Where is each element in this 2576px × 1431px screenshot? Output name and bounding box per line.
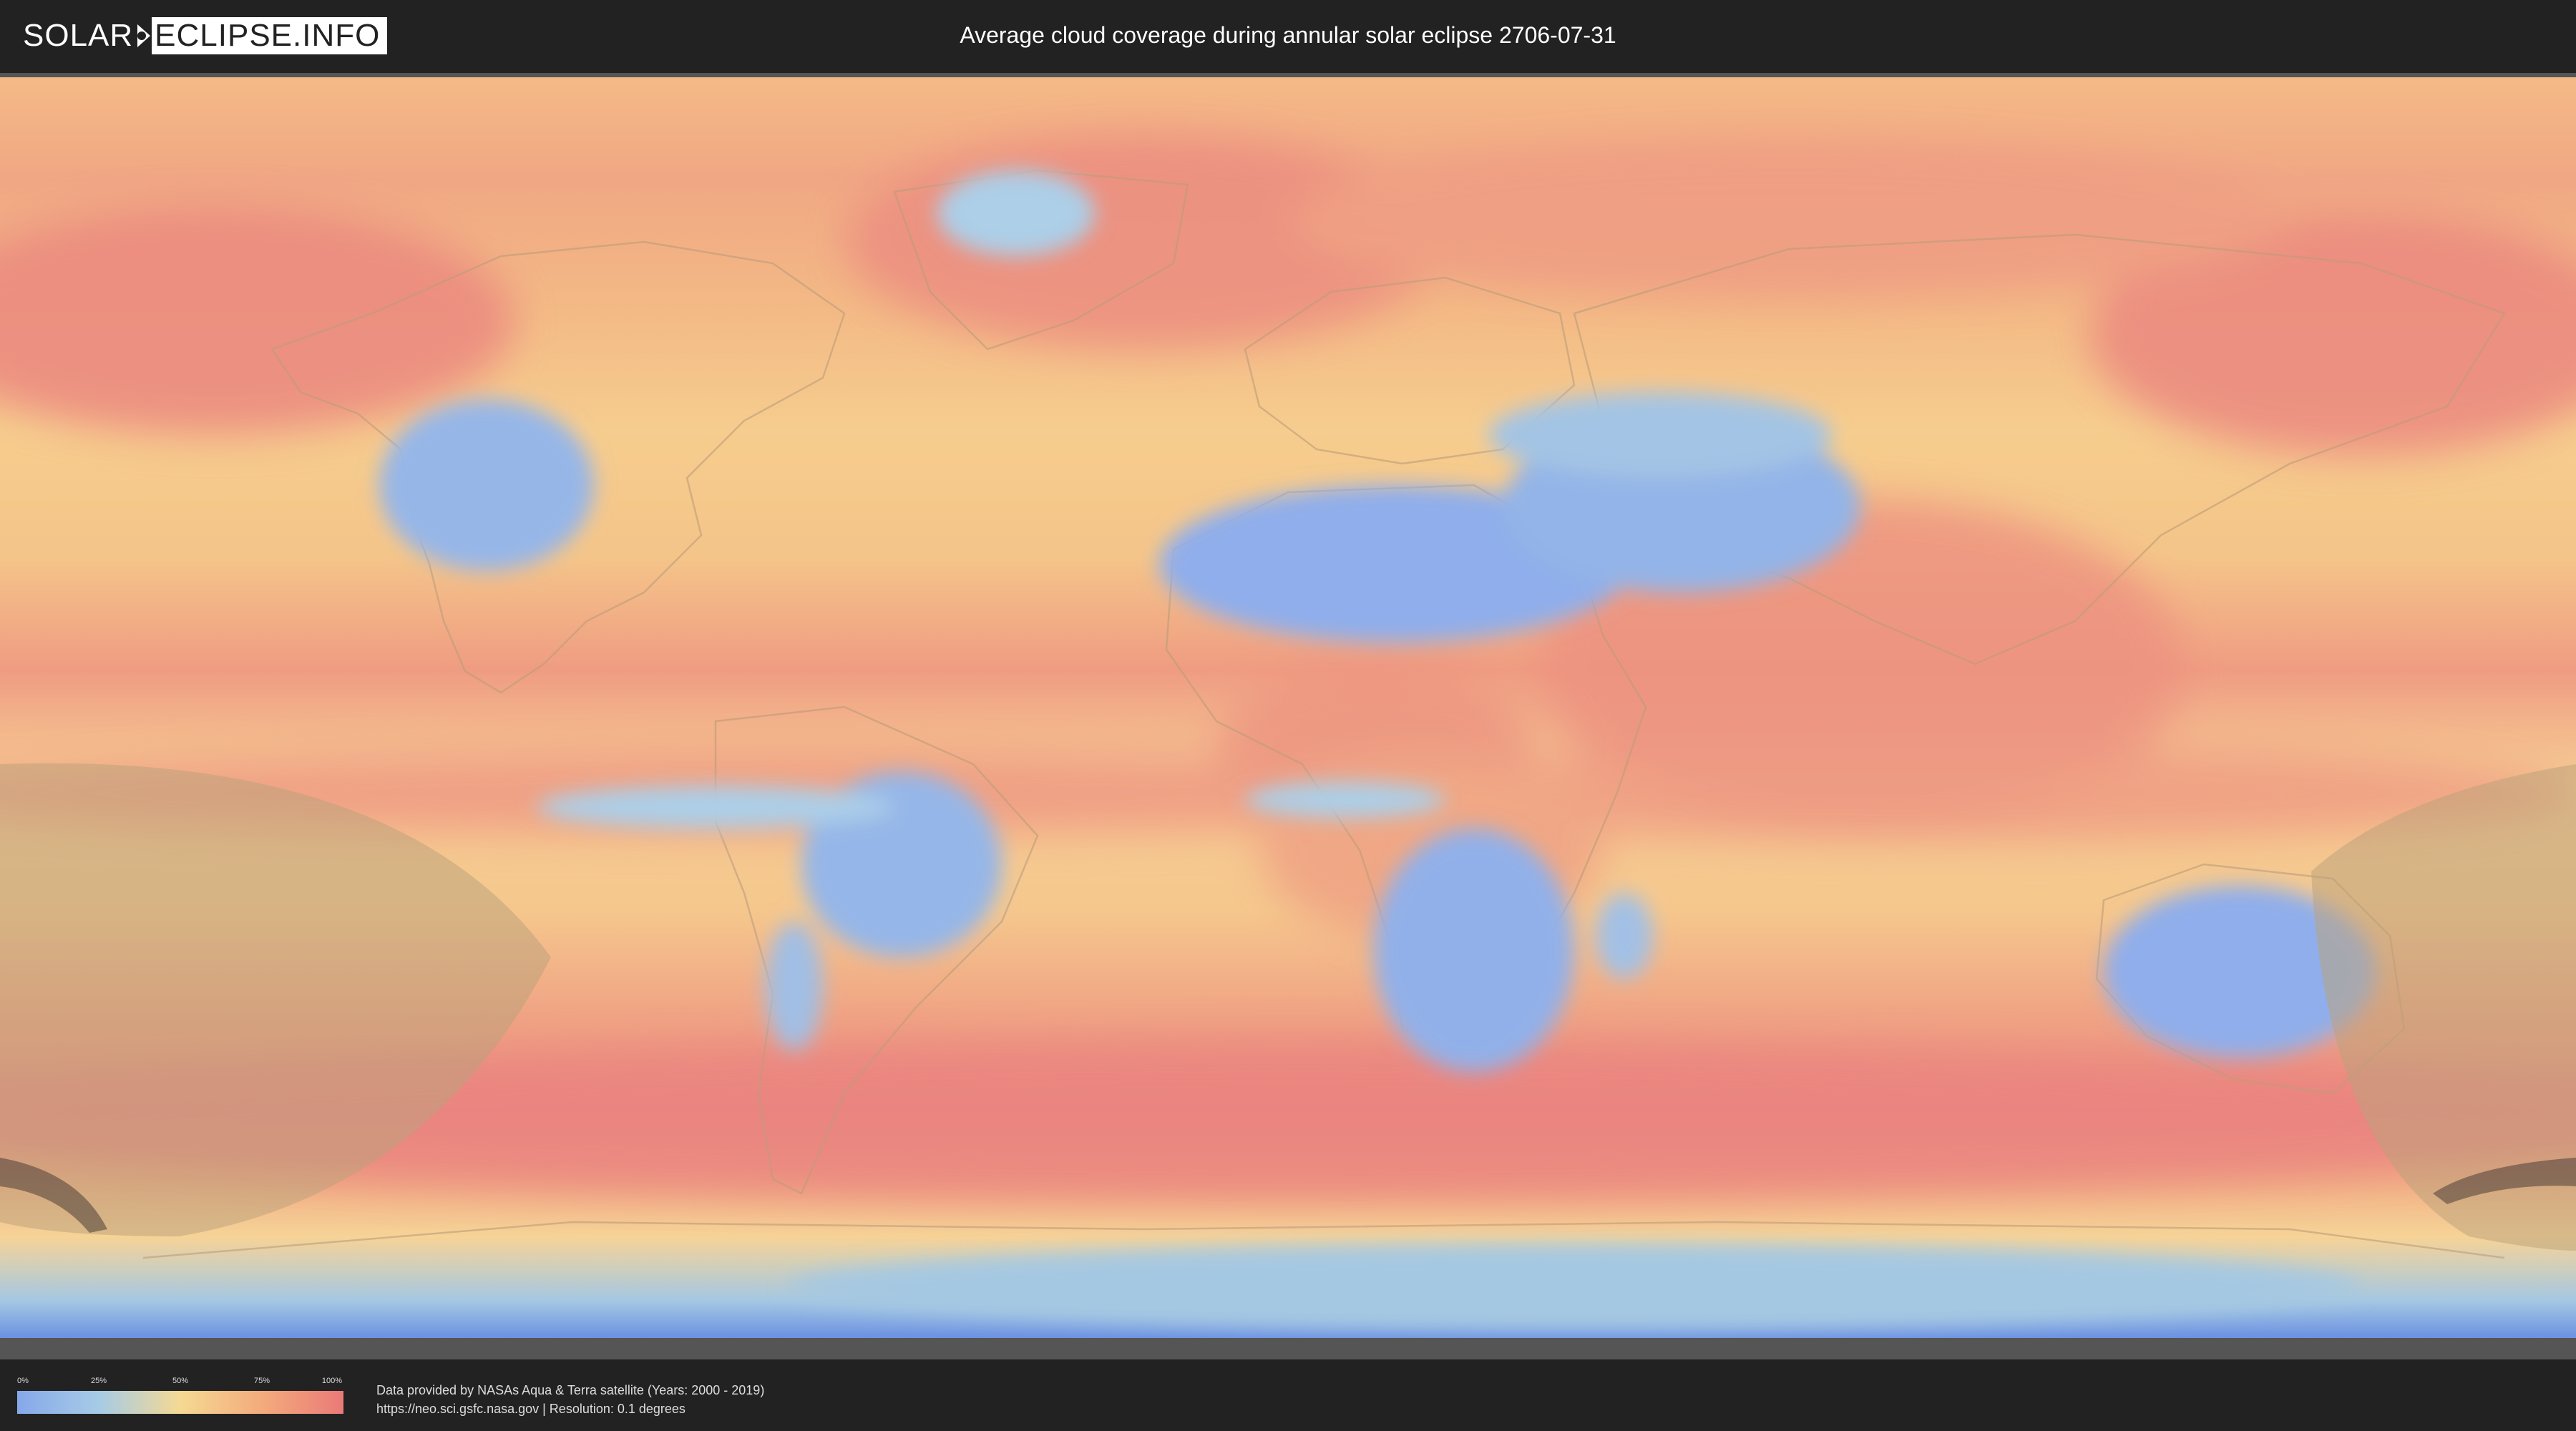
header: SOLAR ECLIPSE.INFO Average cloud coverag… — [0, 0, 2576, 73]
legend-gradient-bar — [17, 1391, 343, 1414]
legend-tick-50: 50% — [172, 1377, 189, 1385]
source-line-2[interactable]: https://neo.sci.gsfc.nasa.gov | Resoluti… — [376, 1400, 764, 1418]
legend-tick-100: 100% — [321, 1377, 343, 1385]
page-title: Average cloud coverage during annular so… — [960, 22, 1616, 48]
legend-tick-0: 0% — [17, 1377, 29, 1385]
legend-ticks: 0% 25% 50% 75% 100% — [17, 1377, 343, 1388]
data-source: Data provided by NASAs Aqua & Terra sate… — [376, 1381, 764, 1418]
page: SOLAR ECLIPSE.INFO Average cloud coverag… — [0, 0, 2576, 1431]
color-legend: 0% 25% 50% 75% 100% — [17, 1377, 343, 1414]
cloud-coverage-map[interactable] — [0, 77, 2576, 1338]
footer: 0% 25% 50% 75% 100% Data provided by NAS… — [0, 1359, 2576, 1431]
source-line-1: Data provided by NASAs Aqua & Terra sate… — [376, 1383, 765, 1397]
map-graphic — [0, 77, 2576, 1338]
legend-tick-75: 75% — [253, 1377, 270, 1385]
legend-tick-25: 25% — [90, 1377, 107, 1385]
